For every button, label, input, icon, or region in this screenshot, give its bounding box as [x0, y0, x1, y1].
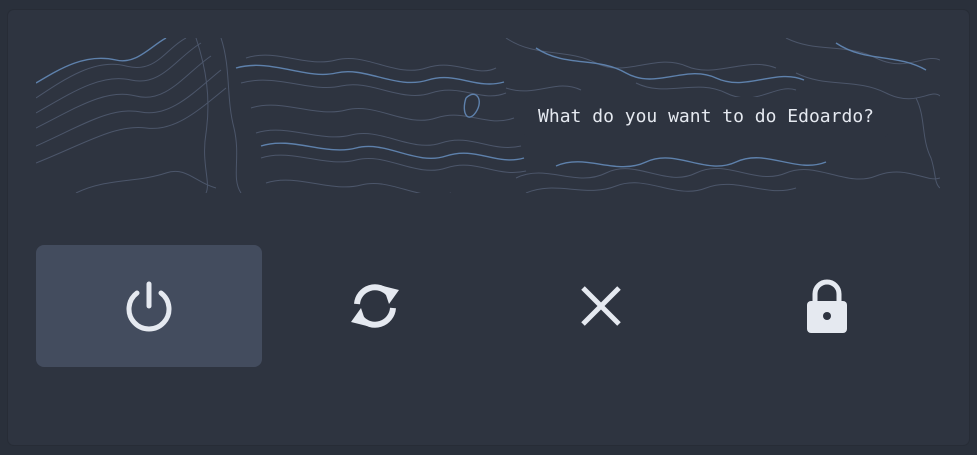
topographic-banner: What do you want to do Edoardo?: [36, 38, 940, 193]
power-icon: [126, 281, 172, 332]
shutdown-button[interactable]: [36, 245, 262, 367]
lock-icon: [807, 279, 847, 333]
power-menu-window: What do you want to do Edoardo?: [8, 10, 969, 445]
lock-button[interactable]: [714, 245, 940, 367]
logout-button[interactable]: [488, 245, 714, 367]
reboot-button[interactable]: [262, 245, 488, 367]
refresh-icon: [351, 284, 399, 328]
action-bar: [36, 245, 940, 367]
prompt-text: What do you want to do Edoardo?: [524, 97, 888, 137]
close-icon: [581, 286, 621, 326]
